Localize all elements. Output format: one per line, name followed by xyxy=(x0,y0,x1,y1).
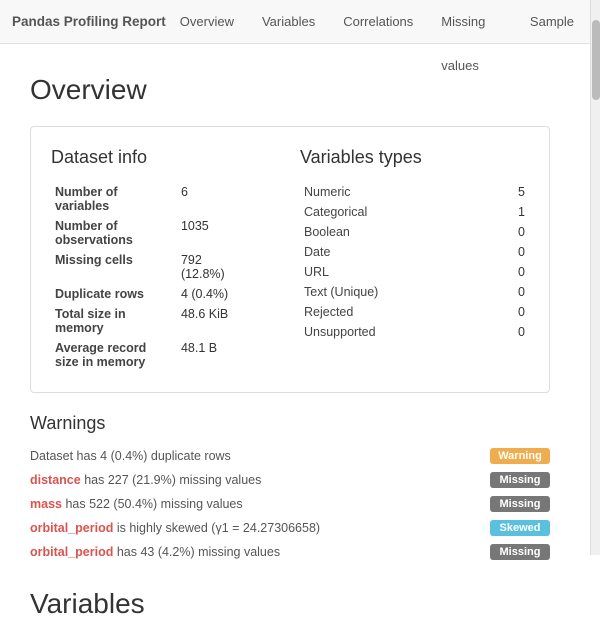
warnings-title: Warnings xyxy=(30,413,550,434)
var-type-value: 0 xyxy=(494,282,529,302)
stat-label: Number of observations xyxy=(51,216,177,250)
warning-row: orbital_period has 43 (4.2%) missing val… xyxy=(30,540,550,564)
variables-heading: Variables xyxy=(30,588,550,620)
table-row: Boolean0 xyxy=(300,222,529,242)
table-row: Text (Unique)0 xyxy=(300,282,529,302)
stat-label: Number of variables xyxy=(51,182,177,216)
warning-row: orbital_period is highly skewed (γ1 = 24… xyxy=(30,516,550,540)
warning-badge: Warning xyxy=(490,448,550,464)
stats-table: Number of variables6Number of observatio… xyxy=(51,182,280,372)
nav-link-sample[interactable]: Sample xyxy=(516,0,588,44)
var-type-value: 0 xyxy=(494,262,529,282)
warning-text: mass has 522 (50.4%) missing values xyxy=(30,497,480,511)
nav-link-variables[interactable]: Variables xyxy=(248,0,329,44)
navbar-nav: Overview Variables Correlations Missing … xyxy=(166,0,588,44)
warning-text: orbital_period is highly skewed (γ1 = 24… xyxy=(30,521,480,535)
warning-var-name: orbital_period xyxy=(30,521,113,535)
var-type-label: Date xyxy=(300,242,494,262)
stat-value: 48.1 B xyxy=(177,338,280,372)
table-row: Duplicate rows4 (0.4%) xyxy=(51,284,280,304)
vars-table: Numeric5Categorical1Boolean0Date0URL0Tex… xyxy=(300,182,529,342)
nav-link-overview[interactable]: Overview xyxy=(166,0,248,44)
table-row: Unsupported0 xyxy=(300,322,529,342)
warning-badge: Skewed xyxy=(490,520,550,536)
main-content: Overview Dataset info Number of variable… xyxy=(0,44,580,640)
stat-label: Average record size in memory xyxy=(51,338,177,372)
navbar-brand: Pandas Profiling Report xyxy=(12,14,166,29)
nav-item-correlations[interactable]: Correlations xyxy=(329,0,427,44)
var-type-value: 0 xyxy=(494,222,529,242)
variables-types-section: Variables types Numeric5Categorical1Bool… xyxy=(300,147,529,372)
var-type-value: 0 xyxy=(494,302,529,322)
var-type-value: 5 xyxy=(494,182,529,202)
nav-item-variables[interactable]: Variables xyxy=(248,0,329,44)
var-type-value: 0 xyxy=(494,322,529,342)
table-row: Numeric5 xyxy=(300,182,529,202)
stat-value: 48.6 KiB xyxy=(177,304,280,338)
nav-link-correlations[interactable]: Correlations xyxy=(329,0,427,44)
var-type-label: Numeric xyxy=(300,182,494,202)
warning-badge: Missing xyxy=(490,472,550,488)
stat-label: Missing cells xyxy=(51,250,177,284)
warning-text: orbital_period has 43 (4.2%) missing val… xyxy=(30,545,480,559)
warning-badge: Missing xyxy=(490,544,550,560)
card-grid: Dataset info Number of variables6Number … xyxy=(51,147,529,372)
table-row: Date0 xyxy=(300,242,529,262)
nav-item-sample[interactable]: Sample xyxy=(516,0,588,44)
table-row: Average record size in memory48.1 B xyxy=(51,338,280,372)
dataset-info-section: Dataset info Number of variables6Number … xyxy=(51,147,280,372)
var-type-value: 1 xyxy=(494,202,529,222)
nav-item-overview[interactable]: Overview xyxy=(166,0,248,44)
scrollbar-thumb[interactable] xyxy=(592,20,600,100)
warning-row: distance has 227 (21.9%) missing values M… xyxy=(30,468,550,492)
warning-text: distance has 227 (21.9%) missing values xyxy=(30,473,480,487)
dataset-info-title: Dataset info xyxy=(51,147,280,168)
table-row: Missing cells792 (12.8%) xyxy=(51,250,280,284)
table-row: Number of observations1035 xyxy=(51,216,280,250)
var-type-label: Unsupported xyxy=(300,322,494,342)
warnings-section: Warnings Dataset has 4 (0.4%) duplicate … xyxy=(30,413,550,564)
warning-var-name: orbital_period xyxy=(30,545,113,559)
stat-value: 4 (0.4%) xyxy=(177,284,280,304)
table-row: Rejected0 xyxy=(300,302,529,322)
var-type-label: URL xyxy=(300,262,494,282)
scrollbar[interactable] xyxy=(590,0,600,555)
stat-label: Duplicate rows xyxy=(51,284,177,304)
var-type-value: 0 xyxy=(494,242,529,262)
warnings-list: Dataset has 4 (0.4%) duplicate rows Warni… xyxy=(30,444,550,564)
warning-var-name: mass xyxy=(30,497,62,511)
nav-item-missing-values[interactable]: Missing values xyxy=(427,0,516,44)
var-type-label: Boolean xyxy=(300,222,494,242)
warning-text: Dataset has 4 (0.4%) duplicate rows xyxy=(30,449,480,463)
warning-row: mass has 522 (50.4%) missing values Missi… xyxy=(30,492,550,516)
var-type-label: Text (Unique) xyxy=(300,282,494,302)
stat-value: 1035 xyxy=(177,216,280,250)
table-row: Categorical1 xyxy=(300,202,529,222)
navbar: Pandas Profiling Report Overview Variabl… xyxy=(0,0,600,44)
nav-link-missing-values[interactable]: Missing values xyxy=(427,0,516,44)
variables-types-title: Variables types xyxy=(300,147,529,168)
table-row: Total size in memory48.6 KiB xyxy=(51,304,280,338)
stat-value: 6 xyxy=(177,182,280,216)
warning-row: Dataset has 4 (0.4%) duplicate rows Warni… xyxy=(30,444,550,468)
var-type-label: Rejected xyxy=(300,302,494,322)
table-row: URL0 xyxy=(300,262,529,282)
var-type-label: Categorical xyxy=(300,202,494,222)
stat-label: Total size in memory xyxy=(51,304,177,338)
table-row: Number of variables6 xyxy=(51,182,280,216)
warning-var-name: distance xyxy=(30,473,81,487)
warning-badge: Missing xyxy=(490,496,550,512)
overview-card: Dataset info Number of variables6Number … xyxy=(30,126,550,393)
stat-value: 792 (12.8%) xyxy=(177,250,280,284)
